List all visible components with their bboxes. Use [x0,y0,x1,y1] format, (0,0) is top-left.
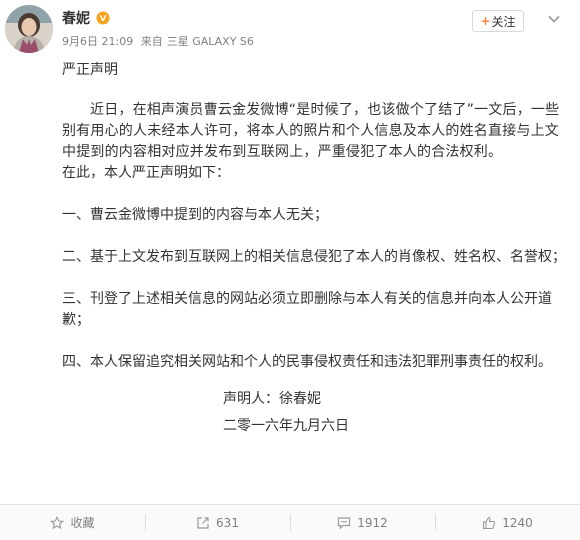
repost-icon [197,516,209,529]
avatar[interactable] [5,5,53,53]
post-timestamp[interactable]: 9月6日 21:09 [62,35,133,48]
repost-button[interactable]: 631 [145,505,290,540]
source-device[interactable]: 三星 GALAXY S6 [167,35,254,48]
comment-icon [338,516,351,529]
post-content: 严正声明 近日，在相声演员曹云金发微博“是时候了，也该做个了结了”一文后，一些别… [62,60,566,437]
signature-block: 声明人：徐春妮 二零一六年九月六日 [62,389,566,437]
like-button[interactable]: 1240 [435,505,580,540]
star-icon [50,515,65,529]
plus-icon: + [480,14,491,28]
statement-paragraph: 近日，在相声演员曹云金发微博“是时候了，也该做个了结了”一文后，一些别有用心的人… [62,102,560,160]
statement-clause-3: 三、刊登了上述相关信息的网站必须立即删除与本人有关的信息并向本人公开道歉； [62,291,552,328]
chevron-down-icon[interactable] [546,12,562,26]
signature-date: 二零一六年九月六日 [223,418,349,434]
post-title: 严正声明 [62,62,118,78]
follow-label: 关注 [491,14,516,29]
like-count: 1240 [502,515,533,530]
statement-intro: 在此，本人严正声明如下： [62,165,230,181]
favorite-label: 收藏 [70,516,95,530]
signer-line: 声明人：徐春妮 [223,391,321,407]
source-prefix: 来自 [140,35,163,48]
avatar-photo [5,5,53,53]
action-bar: 收藏 631 1912 1240 [0,504,580,540]
statement-clause-2: 二、基于上文发布到互联网上的相关信息侵犯了本人的肖像权、姓名权、名誉权； [62,249,566,265]
repost-count: 631 [216,515,239,530]
follow-button[interactable]: + 关注 [472,10,524,32]
comment-count: 1912 [357,515,388,530]
statement-clause-1: 一、曹云金微博中提到的内容与本人无关； [62,207,328,223]
weibo-post-card: 春妮 9月6日 21:09 来自 三星 GALAXY S6 + 关注 严正声明 近… [0,0,580,540]
statement-clause-4: 四、本人保留追究相关网站和个人的民事侵权责任和违法犯罪刑事责任的权利。 [62,354,552,370]
thumbs-up-icon [483,516,496,529]
orange-v-icon[interactable] [96,11,110,25]
favorite-button[interactable]: 收藏 [0,505,145,540]
user-name[interactable]: 春妮 [62,8,90,28]
post-meta: 9月6日 21:09 来自 三星 GALAXY S6 [62,33,258,49]
comment-button[interactable]: 1912 [290,505,435,540]
user-name-row: 春妮 [62,8,110,28]
